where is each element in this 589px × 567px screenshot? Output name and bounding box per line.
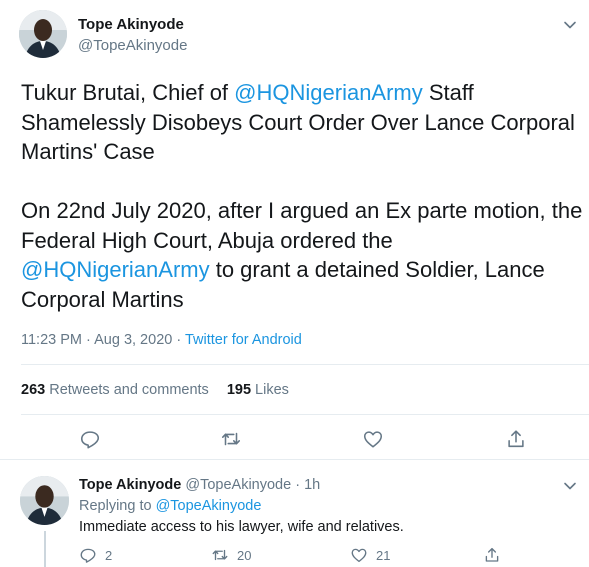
tweet-time[interactable]: 11:23 PM xyxy=(21,332,82,348)
tweet-paragraph: On 22nd July 2020, after I argued an Ex … xyxy=(21,196,586,314)
divider xyxy=(21,414,589,415)
author-handle[interactable]: @TopeAkinyode xyxy=(78,37,187,54)
mention-link[interactable]: @HQNigerianArmy xyxy=(234,80,423,105)
mention-link[interactable]: @TopeAkinyode xyxy=(156,498,262,514)
retweets-count: 263 xyxy=(21,382,46,398)
share-icon[interactable] xyxy=(505,428,527,450)
tweet-paragraph: Tukur Brutai, Chief of @HQNigerianArmy S… xyxy=(21,78,586,167)
avatar[interactable] xyxy=(20,476,69,525)
reply-like-button[interactable]: 21 xyxy=(350,545,390,565)
like-icon xyxy=(351,548,367,563)
likes-stat[interactable]: 195 Likes xyxy=(227,382,289,398)
chevron-down-icon[interactable] xyxy=(562,478,578,494)
tweet-date[interactable]: Aug 3, 2020 xyxy=(94,332,172,348)
main-tweet: Tope Akinyode @TopeAkinyode Tukur Brutai… xyxy=(0,0,589,460)
tweet-text-segment: On 22nd July 2020, after I argued an Ex … xyxy=(21,198,583,253)
reply-icon[interactable] xyxy=(79,428,101,450)
separator: · xyxy=(295,477,301,493)
share-icon xyxy=(485,547,499,562)
thread-line xyxy=(44,531,46,567)
reply-text: Immediate access to his lawyer, wife and… xyxy=(79,519,404,535)
reply-header: Tope Akinyode @TopeAkinyode · 1h xyxy=(79,477,320,493)
reply-age[interactable]: 1h xyxy=(304,477,320,493)
retweet-icon[interactable] xyxy=(220,428,242,450)
replying-to-label: Replying to xyxy=(79,498,152,514)
retweet-icon xyxy=(212,549,228,561)
tweet-timestamp: 11:23 PM · Aug 3, 2020 · Twitter for And… xyxy=(21,332,302,348)
reply-icon xyxy=(80,548,96,563)
like-count: 21 xyxy=(376,547,391,563)
tweet-text-segment: Tukur Brutai, Chief of xyxy=(21,80,235,105)
separator: · xyxy=(176,332,182,348)
reply-count: 2 xyxy=(105,547,113,563)
likes-label: Likes xyxy=(255,382,289,398)
likes-count: 195 xyxy=(226,382,252,398)
divider xyxy=(21,364,589,365)
like-icon[interactable] xyxy=(362,428,384,450)
replying-to: Replying to @TopeAkinyode xyxy=(79,498,261,514)
retweet-count: 20 xyxy=(237,547,252,563)
avatar[interactable] xyxy=(19,10,67,58)
reply-share-button[interactable] xyxy=(483,545,509,565)
author-name[interactable]: Tope Akinyode xyxy=(78,16,184,33)
tweet-stats: 263 Retweets and comments 195 Likes xyxy=(21,382,289,398)
retweets-label: Retweets and comments xyxy=(49,382,209,398)
mention-link[interactable]: @HQNigerianArmy xyxy=(21,257,210,282)
reply-reply-button[interactable]: 2 xyxy=(79,545,112,565)
tweet-source-link[interactable]: Twitter for Android xyxy=(185,332,302,348)
chevron-down-icon[interactable] xyxy=(562,17,578,33)
reply-retweet-button[interactable]: 20 xyxy=(211,545,251,565)
reply-author-handle[interactable]: @TopeAkinyode xyxy=(185,477,291,493)
retweets-stat[interactable]: 263 Retweets and comments xyxy=(21,382,209,398)
tweet-text: Tukur Brutai, Chief of @HQNigerianArmy S… xyxy=(21,78,586,314)
separator: · xyxy=(86,332,91,348)
reply-author-name[interactable]: Tope Akinyode xyxy=(79,477,181,493)
